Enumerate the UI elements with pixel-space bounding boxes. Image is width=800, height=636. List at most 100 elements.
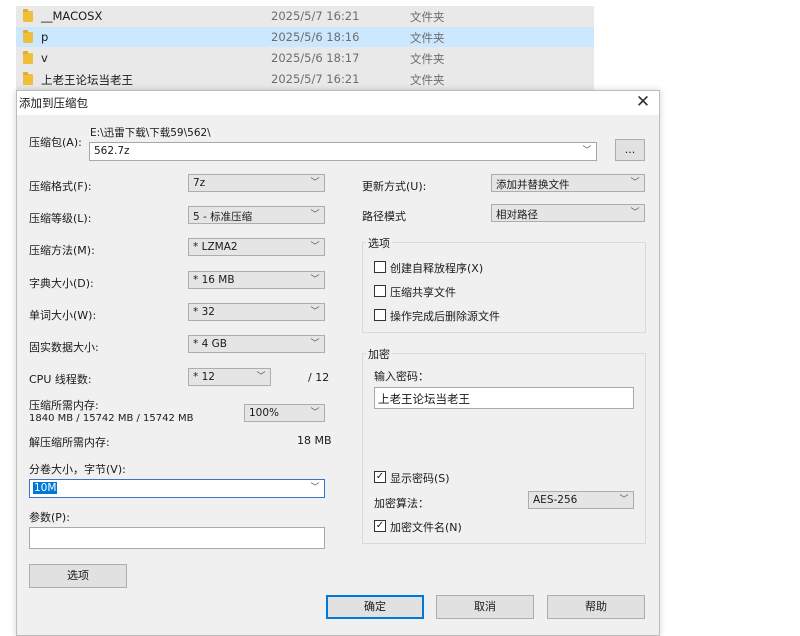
params-input[interactable]: [29, 527, 325, 549]
file-type: 文件夹: [410, 31, 445, 45]
folder-icon: [23, 72, 33, 85]
archive-path: E:\迅雷下载\下载59\562\: [90, 127, 211, 139]
folder-icon: [23, 30, 33, 43]
archive-name-value: 562.7z: [94, 145, 130, 157]
update-mode-label: 更新方式(U):: [362, 180, 427, 193]
params-label: 参数(P):: [29, 511, 70, 524]
file-row[interactable]: v 2025/5/6 18:17 文件夹: [16, 48, 594, 68]
archive-label: 压缩包(A):: [29, 136, 82, 149]
encrypt-names-label: 加密文件名(N): [390, 521, 462, 534]
volume-value: 10M: [33, 482, 58, 494]
solid-label: 固实数据大小:: [29, 341, 99, 354]
file-row[interactable]: 上老王论坛当老王 2025/5/7 16:21 文件夹: [16, 69, 594, 89]
sfx-label: 创建自释放程序(X): [390, 262, 484, 275]
cancel-button[interactable]: 取消: [436, 595, 534, 619]
add-to-archive-dialog: 添加到压缩包 ✕ 压缩包(A): E:\迅雷下载\下载59\562\ 562.7…: [16, 90, 660, 636]
chevron-down-icon[interactable]: ﹀: [617, 494, 631, 506]
mem-compress-select[interactable]: 100% ﹀: [244, 404, 325, 422]
encryption-method-select[interactable]: AES-256 ﹀: [528, 491, 634, 509]
volume-combo[interactable]: 10M ﹀: [29, 479, 325, 498]
password-value: 上老王论坛当老王: [378, 392, 470, 406]
threads-label: CPU 线程数:: [29, 373, 92, 386]
encryption-group-label: 加密: [366, 346, 392, 362]
path-mode-label: 路径模式: [362, 210, 406, 223]
format-value: 7z: [193, 177, 206, 189]
shared-files-checkbox[interactable]: [374, 285, 386, 297]
browse-button[interactable]: ...: [615, 139, 645, 161]
file-row[interactable]: p 2025/5/6 18:16 文件夹: [16, 27, 594, 47]
file-date: 2025/5/6 18:17: [271, 51, 360, 65]
method-select[interactable]: * LZMA2 ﹀: [188, 238, 325, 256]
shared-files-label: 压缩共享文件: [390, 286, 456, 299]
word-value: * 32: [193, 306, 215, 318]
file-name: __MACOSX: [41, 9, 103, 23]
sfx-checkbox[interactable]: [374, 261, 386, 273]
help-button[interactable]: 帮助: [547, 595, 645, 619]
encrypt-names-checkbox[interactable]: ✓: [374, 520, 386, 532]
password-input[interactable]: 上老王论坛当老王: [374, 387, 634, 409]
level-select[interactable]: 5 - 标准压缩 ﹀: [188, 206, 325, 224]
folder-icon: [23, 9, 33, 22]
chevron-down-icon[interactable]: ﹀: [580, 145, 594, 157]
password-label: 输入密码：: [374, 370, 429, 383]
ok-button[interactable]: 确定: [326, 595, 424, 619]
options-group-label: 选项: [366, 235, 392, 251]
file-date: 2025/5/6 18:16: [271, 30, 360, 44]
update-mode-value: 添加并替换文件: [496, 179, 570, 191]
show-password-checkbox[interactable]: ✓: [374, 471, 386, 483]
method-label: 压缩方法(M):: [29, 244, 95, 257]
threads-max: / 12: [308, 371, 330, 384]
chevron-down-icon[interactable]: ﹀: [308, 177, 322, 189]
threads-select[interactable]: * 12 ﹀: [188, 368, 271, 386]
file-list: __MACOSX 2025/5/7 16:21 文件夹 p 2025/5/6 1…: [16, 6, 594, 92]
threads-value: * 12: [193, 371, 215, 383]
archive-name-combo[interactable]: 562.7z ﹀: [89, 142, 597, 161]
folder-icon: [23, 51, 33, 64]
chevron-down-icon[interactable]: ﹀: [308, 482, 322, 494]
file-date: 2025/5/7 16:21: [271, 9, 360, 23]
close-icon[interactable]: ✕: [633, 92, 653, 112]
chevron-down-icon[interactable]: ﹀: [308, 306, 322, 318]
options-button[interactable]: 选项: [29, 564, 127, 588]
chevron-down-icon[interactable]: ﹀: [308, 274, 322, 286]
path-mode-select[interactable]: 相对路径 ﹀: [491, 204, 645, 222]
mem-compress-detail: 1840 MB / 15742 MB / 15742 MB: [29, 413, 194, 424]
dict-select[interactable]: * 16 MB ﹀: [188, 271, 325, 289]
delete-after-checkbox[interactable]: [374, 309, 386, 321]
chevron-down-icon[interactable]: ﹀: [254, 371, 268, 383]
path-mode-value: 相对路径: [496, 209, 538, 221]
dialog-title: 添加到压缩包: [19, 96, 88, 110]
chevron-down-icon[interactable]: ﹀: [308, 209, 322, 221]
chevron-down-icon[interactable]: ﹀: [628, 177, 642, 189]
mem-compress-value: 100%: [249, 407, 280, 419]
format-label: 压缩格式(F):: [29, 180, 92, 193]
update-mode-select[interactable]: 添加并替换文件 ﹀: [491, 174, 645, 192]
word-select[interactable]: * 32 ﹀: [188, 303, 325, 321]
chevron-down-icon[interactable]: ﹀: [308, 338, 322, 350]
file-type: 文件夹: [410, 73, 445, 87]
volume-label: 分卷大小，字节(V):: [29, 463, 126, 476]
delete-after-label: 操作完成后删除源文件: [390, 310, 500, 323]
solid-value: * 4 GB: [193, 338, 227, 350]
dict-value: * 16 MB: [193, 274, 235, 286]
level-value: 5 - 标准压缩: [193, 211, 253, 223]
file-name: p: [41, 30, 49, 44]
show-password-label: 显示密码(S): [390, 472, 450, 485]
level-label: 压缩等级(L):: [29, 212, 92, 225]
format-select[interactable]: 7z ﹀: [188, 174, 325, 192]
solid-select[interactable]: * 4 GB ﹀: [188, 335, 325, 353]
file-name: v: [41, 51, 48, 65]
chevron-down-icon[interactable]: ﹀: [628, 207, 642, 219]
word-label: 单词大小(W):: [29, 309, 97, 322]
chevron-down-icon[interactable]: ﹀: [308, 241, 322, 253]
file-date: 2025/5/7 16:21: [271, 72, 360, 86]
mem-compress-label: 压缩所需内存:: [29, 399, 99, 412]
dict-label: 字典大小(D):: [29, 277, 94, 290]
mem-decompress-label: 解压缩所需内存:: [29, 436, 110, 449]
chevron-down-icon[interactable]: ﹀: [308, 407, 322, 419]
encryption-method-label: 加密算法：: [374, 497, 429, 510]
file-type: 文件夹: [410, 10, 445, 24]
mem-decompress-value: 18 MB: [297, 434, 332, 447]
file-row[interactable]: __MACOSX 2025/5/7 16:21 文件夹: [16, 6, 594, 26]
encryption-method-value: AES-256: [533, 494, 578, 506]
